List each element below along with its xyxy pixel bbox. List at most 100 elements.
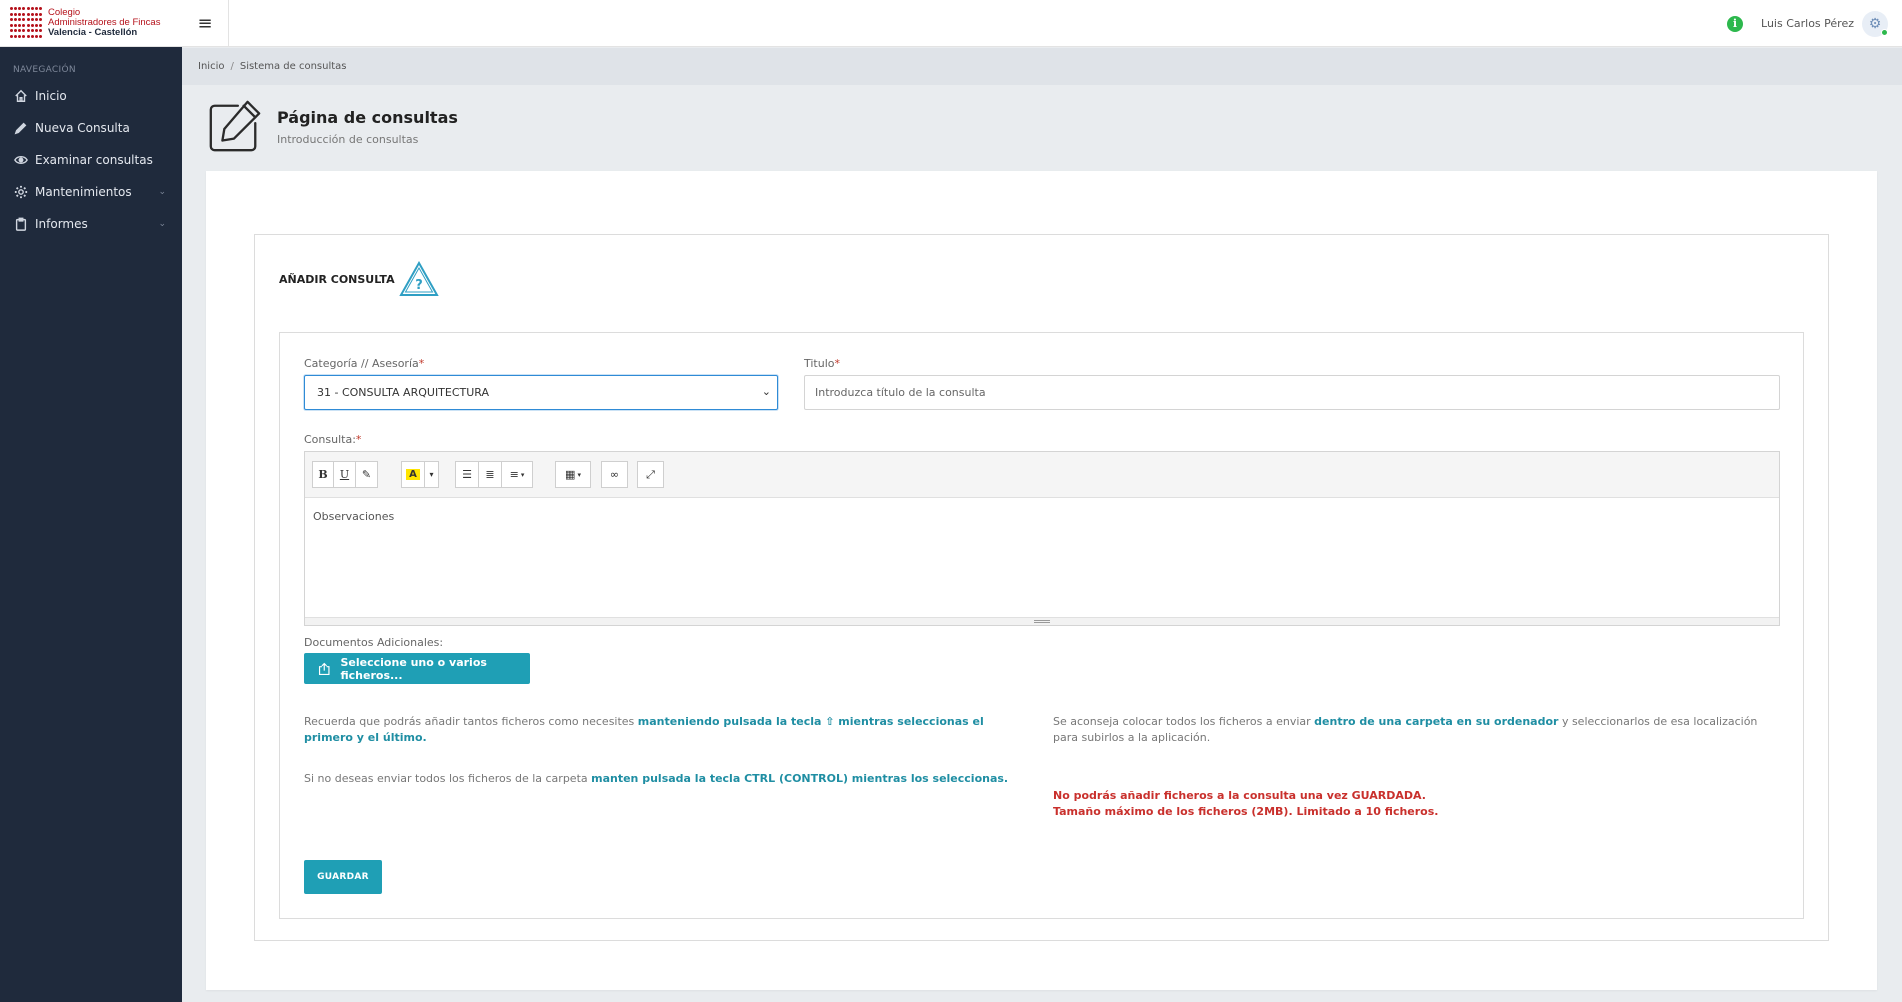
section-title-text: AÑADIR CONSULTA (279, 272, 395, 286)
gear-icon (14, 185, 28, 199)
add-consulta-panel: AÑADIR CONSULTA ? Categoría // Asesoría*… (254, 234, 1829, 941)
note-text: Recuerda que podrás añadir tantos ficher… (304, 715, 638, 728)
sidebar: Colegio Administradores de Fincas Valenc… (0, 0, 182, 1002)
editor-placeholder: Observaciones (313, 510, 395, 523)
underline-button[interactable]: U (333, 461, 356, 488)
menu-toggle-button[interactable]: ≡ (182, 0, 229, 47)
note-text: Si no deseas enviar todos los ficheros d… (304, 772, 592, 785)
chevron-down-icon: ⌄ (158, 219, 166, 229)
bold-button[interactable]: B (312, 461, 334, 488)
link-button[interactable]: ∞ (601, 461, 628, 488)
note-highlight: dentro de una carpeta en su ordenador (1314, 715, 1559, 728)
sidebar-item-label: Examinar consultas (35, 153, 153, 167)
form-panel: Categoría // Asesoría* 31 - CONSULTA ARQ… (279, 332, 1804, 919)
user-avatar-icon: ⚙ (1868, 15, 1882, 32)
align-left-icon: ≡ (509, 468, 519, 481)
clipboard-icon (15, 217, 27, 231)
upload-button-label: Seleccione uno o varios ficheros... (340, 655, 487, 682)
save-button[interactable]: GUARDAR (304, 860, 382, 894)
table-icon: ▦ (565, 468, 576, 481)
category-label: Categoría // Asesoría* (304, 357, 424, 370)
page-title: Página de consultas (277, 108, 458, 127)
clear-format-button[interactable]: ✎ (355, 461, 378, 488)
pencil-icon (14, 122, 27, 135)
note-folder-advice: Se aconseja colocar todos los ficheros a… (1053, 714, 1773, 746)
chevron-down-icon: ⌄ (158, 187, 166, 197)
sidebar-item-label: Inicio (35, 89, 67, 103)
sidebar-item-label: Informes (35, 217, 88, 231)
required-mark: * (418, 357, 425, 370)
numbered-list-button[interactable]: ≣ (478, 461, 502, 488)
note-text: Se aconseja colocar todos los ficheros a… (1053, 715, 1315, 728)
top-bar: ≡ i Luis Carlos Pérez ⚙ (182, 0, 1902, 47)
breadcrumb-item-current: Sistema de consultas (239, 61, 347, 72)
upload-warnings: No podrás añadir ficheros a la consulta … (1053, 788, 1438, 820)
editor-content-area[interactable]: Observaciones (305, 498, 1779, 618)
page-header: Página de consultas Introducción de cons… (205, 98, 458, 156)
eye-icon (14, 156, 28, 164)
logo-dots-icon (10, 7, 42, 39)
brand-logo[interactable]: Colegio Administradores de Fincas Valenc… (0, 0, 182, 47)
title-input[interactable] (804, 375, 1780, 410)
avatar[interactable]: ⚙ (1862, 10, 1888, 37)
table-dropdown-button[interactable]: ▦ ▾ (555, 461, 591, 488)
user-name[interactable]: Luis Carlos Pérez (1761, 17, 1854, 30)
upload-icon (318, 662, 330, 675)
eraser-icon: ✎ (361, 468, 372, 481)
caret-down-icon: ▾ (577, 470, 581, 479)
upload-files-button[interactable]: Seleccione uno o varios ficheros... (304, 653, 530, 684)
sidebar-item-label: Nueva Consulta (35, 121, 130, 135)
title-label-text: Titulo (804, 357, 835, 370)
bullet-list-icon: ☰ (462, 468, 472, 481)
rich-text-editor: B U ✎ A ▾ ☰ ≣ ≡ ▾ ▦ ▾ ∞ ⤢ Observaciones (304, 451, 1780, 626)
info-icon[interactable]: i (1727, 15, 1744, 32)
online-status-icon (1881, 28, 1888, 36)
warning-saved: No podrás añadir ficheros a la consulta … (1053, 789, 1426, 802)
warning-question-icon: ? (398, 261, 439, 296)
category-select-value: 31 - CONSULTA ARQUITECTURA (317, 386, 490, 399)
color-dropdown-button[interactable]: ▾ (424, 461, 439, 488)
consulta-label: Consulta:* (304, 433, 361, 446)
title-label: Titulo* (804, 357, 840, 370)
note-multiple-files: Recuerda que podrás añadir tantos ficher… (304, 714, 1024, 746)
highlight-color-button[interactable]: A (401, 461, 425, 488)
bullet-list-button[interactable]: ☰ (455, 461, 479, 488)
editor-resize-handle[interactable] (305, 617, 1779, 625)
brand-line-3: Valencia - Castellón (48, 27, 138, 38)
note-ctrl-select: Si no deseas enviar todos los ficheros d… (304, 771, 1024, 787)
sidebar-item-mantenimientos[interactable]: Mantenimientos ⌄ (0, 176, 182, 208)
caret-down-icon: ▾ (429, 470, 434, 479)
svg-text:?: ? (415, 278, 423, 293)
required-mark: * (355, 433, 362, 446)
edit-square-icon (209, 100, 261, 152)
sidebar-item-inicio[interactable]: Inicio (0, 80, 182, 112)
editor-toolbar: B U ✎ A ▾ ☰ ≣ ≡ ▾ ▦ ▾ ∞ ⤢ (305, 452, 1779, 498)
breadcrumb-item-inicio[interactable]: Inicio (198, 61, 224, 72)
breadcrumb-separator: / (230, 61, 234, 72)
note-highlight: manten pulsada la tecla CTRL (CONTROL) m… (591, 772, 1009, 785)
chevron-down-icon: ⌄ (761, 385, 771, 398)
brand-text: Colegio Administradores de Fincas Valenc… (48, 8, 160, 38)
sidebar-item-examinar-consultas[interactable]: Examinar consultas (0, 144, 182, 176)
breadcrumb: Inicio / Sistema de consultas (182, 48, 1902, 85)
sidebar-item-nueva-consulta[interactable]: Nueva Consulta (0, 112, 182, 144)
link-icon: ∞ (609, 468, 620, 481)
caret-down-icon: ▾ (520, 470, 525, 479)
warning-size-limit: Tamaño máximo de los ficheros (2MB). Lim… (1053, 805, 1439, 818)
home-icon (15, 89, 27, 102)
sidebar-item-label: Mantenimientos (35, 185, 132, 199)
page-subtitle: Introducción de consultas (277, 133, 419, 146)
consulta-label-text: Consulta: (304, 433, 356, 446)
section-title: AÑADIR CONSULTA ? (279, 261, 439, 297)
fullscreen-icon: ⤢ (646, 467, 655, 481)
user-area: i Luis Carlos Pérez ⚙ (1727, 0, 1888, 47)
required-mark: * (834, 357, 841, 370)
category-label-text: Categoría // Asesoría (304, 357, 419, 370)
category-select[interactable]: 31 - CONSULTA ARQUITECTURA ⌄ (304, 375, 778, 410)
main-card: AÑADIR CONSULTA ? Categoría // Asesoría*… (206, 171, 1877, 990)
numbered-list-icon: ≣ (485, 468, 495, 481)
highlight-icon: A (406, 469, 420, 480)
align-dropdown-button[interactable]: ≡ ▾ (501, 461, 533, 488)
sidebar-item-informes[interactable]: Informes ⌄ (0, 208, 182, 240)
fullscreen-button[interactable]: ⤢ (637, 461, 664, 488)
